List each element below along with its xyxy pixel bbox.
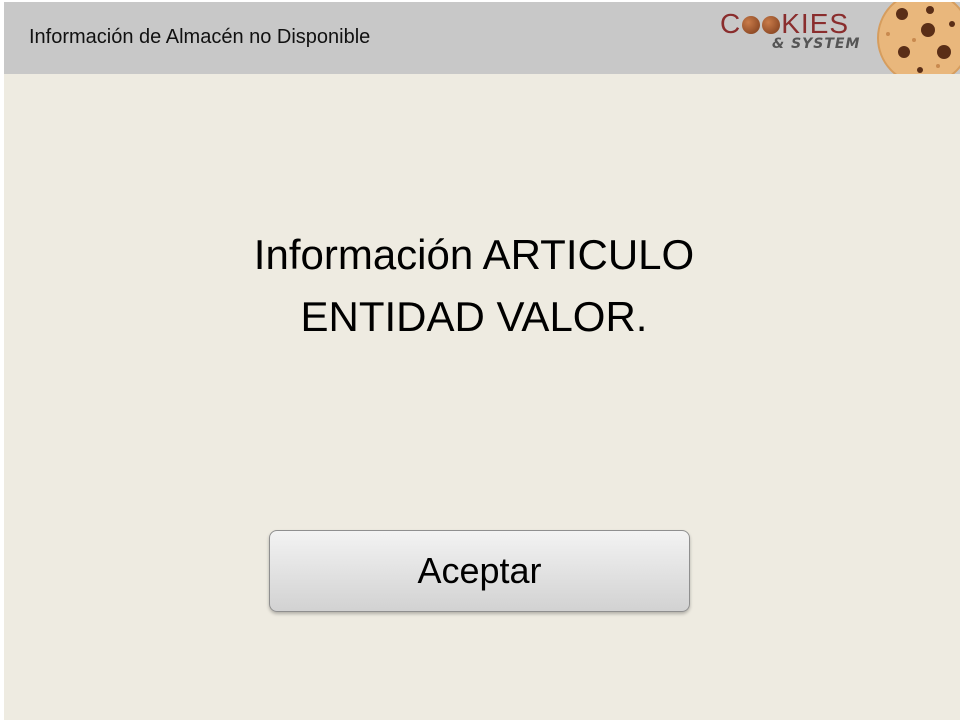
header-bar: Información de Almacén no Disponible C KI… [4,2,960,74]
dialog-window: Información de Almacén no Disponible C KI… [4,2,960,720]
message-text: Información ARTICULO ENTIDAD VALOR. [4,224,944,348]
logo-letters-kies: KIES [781,8,850,39]
message-line-2: ENTIDAD VALOR. [300,293,648,340]
logo-o-dot [762,16,781,34]
accept-button[interactable]: Aceptar [269,530,690,612]
logo-o-dot [742,16,761,34]
header-title: Información de Almacén no Disponible [29,26,371,48]
message-line-1: Información ARTICULO [253,231,695,278]
brand-logo: C KIES & SYSTEM [716,8,866,64]
logo-subtitle: & SYSTEM [772,36,861,52]
cookie-icon [877,2,960,74]
logo-letter-c: C [720,8,742,39]
